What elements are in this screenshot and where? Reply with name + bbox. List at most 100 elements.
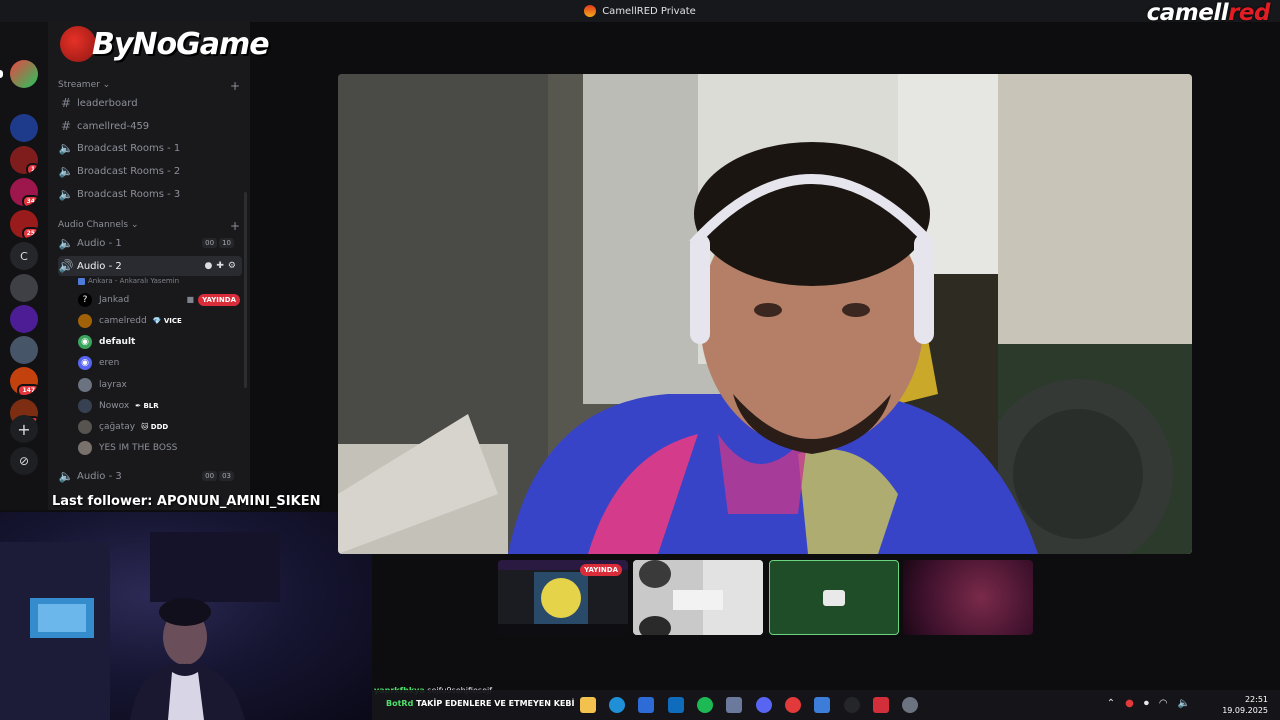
server-icon[interactable]: 34 [10, 178, 38, 206]
add-channel-icon[interactable]: + [230, 79, 240, 93]
chevron-up-icon[interactable]: ⌃ [1107, 698, 1115, 709]
user-name: Nowox [99, 400, 130, 411]
channel-camellred-459[interactable]: # camellred-459 [58, 116, 242, 136]
channel-broadcast-3[interactable]: 🔈 Broadcast Rooms - 3 [58, 184, 242, 204]
avatar [78, 377, 92, 392]
channel-sidebar: ByNoGame Streamer ⌄ + # leaderboard # ca… [48, 22, 270, 510]
server-icon[interactable] [10, 336, 38, 364]
music-status-icon [78, 277, 85, 285]
add-channel-icon[interactable]: + [230, 219, 240, 233]
network-app-icon[interactable] [726, 697, 742, 713]
server-tag: 🐱 DDD [141, 422, 169, 431]
server-icon[interactable] [10, 114, 38, 142]
file-explorer-icon[interactable] [580, 697, 596, 713]
spotify-icon[interactable] [697, 697, 713, 713]
channel-scrollbar[interactable] [244, 192, 247, 388]
server-icon[interactable] [10, 305, 38, 333]
voice-user[interactable]: çağatay 🐱 DDD [78, 417, 242, 436]
active-server-indicator [0, 70, 3, 78]
outlook-icon[interactable] [668, 697, 684, 713]
channel-status: Ankara - Ankaralı Yasemin [78, 277, 179, 285]
settings-icon[interactable] [902, 697, 918, 713]
speaker-icon: 🔊 [58, 259, 74, 273]
windows-taskbar: BotRd TAKİP EDENLERE VE ETMEYEN KEBİ ⌃ ●… [372, 690, 1280, 720]
taskbar-clock[interactable]: 22:51 19.09.2025 [1222, 694, 1268, 716]
notepad-icon[interactable] [814, 697, 830, 713]
voice-user[interactable]: layrax [78, 375, 242, 394]
stream-thumbnail-2[interactable] [633, 560, 763, 635]
camera-icon [823, 589, 845, 606]
voice-user[interactable]: YES IM THE BOSS [78, 438, 242, 457]
user-name: layrax [99, 379, 127, 390]
category-audio-channels[interactable]: Audio Channels ⌄ + [58, 219, 240, 233]
window-titlebar: CamellRED Private [0, 0, 1280, 22]
window-title: CamellRED Private [602, 5, 696, 17]
system-tray: ⌃ ● ⏺ ◠ 🔈 [1107, 698, 1190, 709]
volume-icon[interactable]: 🔈 [1178, 698, 1190, 709]
server-rail: 13425C147752 + ⊘ [0, 22, 48, 510]
recording-tray-icon[interactable]: ● [1125, 698, 1134, 709]
server-icon[interactable]: 147 [10, 367, 38, 395]
voice-user[interactable]: Nowox ✒ BLR [78, 396, 242, 415]
channel-tools: ● ✚ ⚙ [205, 261, 236, 271]
recording-app-icon[interactable] [785, 697, 801, 713]
server-icon[interactable] [10, 274, 38, 302]
server-icon[interactable]: C [10, 242, 38, 270]
server-icon[interactable]: 1 [10, 146, 38, 174]
server-icon[interactable]: 25 [10, 210, 38, 238]
channel-audio-2[interactable]: 🔊 Audio - 2 ● ✚ ⚙ [58, 256, 242, 276]
user-name: YES IM THE BOSS [99, 442, 178, 453]
corner-brand-logo: camellred [1146, 0, 1271, 26]
user-name: eren [99, 357, 120, 368]
live-badge: YAYINDA [198, 293, 240, 306]
wifi-icon[interactable]: ◠ [1159, 698, 1168, 709]
channel-audio-1[interactable]: 🔈 Audio - 1 00 10 [58, 233, 242, 253]
streaming-app-icon[interactable] [873, 697, 889, 713]
avatar [78, 313, 92, 328]
bot-marquee: BotRd TAKİP EDENLERE VE ETMEYEN KEBİ [386, 699, 575, 708]
user-name: çağatay [99, 421, 136, 432]
channel-broadcast-1[interactable]: 🔈 Broadcast Rooms - 1 [58, 138, 242, 158]
user-name: default [99, 336, 136, 347]
avatar: ◉ [78, 355, 92, 370]
category-streamer[interactable]: Streamer ⌄ + [58, 79, 240, 93]
text-channel-icon: # [60, 119, 72, 133]
app-logo-icon [584, 5, 597, 17]
edge-browser-icon[interactable] [609, 697, 625, 713]
user-count: 00 03 [202, 471, 234, 481]
discord-icon[interactable] [756, 697, 772, 713]
add-server-icon[interactable]: + [10, 415, 38, 443]
gear-icon[interactable]: ⚙ [228, 261, 236, 271]
channel-leaderboard[interactable]: # leaderboard [58, 93, 242, 113]
screen: CamellRED Private camellred 13425C147752… [0, 0, 1280, 720]
voice-user[interactable]: ◉ default [78, 332, 242, 351]
text-channel-icon: # [60, 96, 72, 110]
bynogame-logo: ByNoGame [60, 26, 270, 62]
main-video-stream[interactable] [338, 74, 1192, 554]
video-scene [338, 74, 1192, 554]
avatar: ◉ [78, 334, 92, 349]
stream-thumbnail-1[interactable]: YAYINDA [498, 560, 628, 635]
channel-broadcast-2[interactable]: 🔈 Broadcast Rooms - 2 [58, 161, 242, 181]
mention-badge: 147 [17, 384, 38, 395]
server-icon-active[interactable] [10, 60, 38, 88]
store-icon[interactable] [638, 697, 654, 713]
avatar: ? [78, 292, 92, 307]
gaming-app-icon[interactable] [844, 697, 860, 713]
stream-thumbnail-4[interactable] [903, 560, 1033, 635]
webcam-scene [0, 532, 280, 720]
camera-off-tile[interactable] [769, 560, 899, 635]
voice-user[interactable]: camelredd 💎 VICE [78, 311, 242, 330]
channel-audio-3[interactable]: 🔈 Audio - 3 00 03 [58, 466, 242, 486]
microphone-icon[interactable]: ⏺ [1144, 698, 1149, 709]
logo-mark-icon [60, 26, 96, 62]
user-count: 00 10 [202, 238, 234, 248]
voice-user[interactable]: ◉ eren [78, 353, 242, 372]
chat-bubble-icon[interactable]: ● [205, 261, 213, 271]
thumb-scene-2 [633, 560, 763, 635]
mention-badge: 1 [25, 163, 38, 174]
server-tag: 💎 VICE [152, 316, 182, 325]
invite-icon[interactable]: ✚ [216, 261, 224, 271]
voice-user[interactable]: ? Jankad YAYINDA ■ [78, 290, 242, 309]
explore-servers-icon[interactable]: ⊘ [10, 447, 38, 475]
